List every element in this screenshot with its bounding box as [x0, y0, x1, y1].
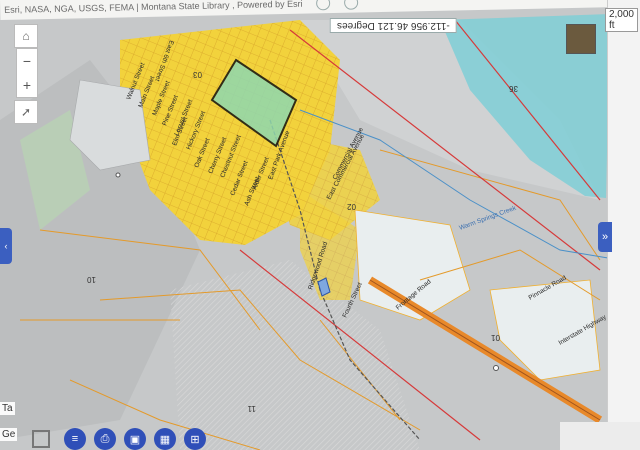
bookmark-button[interactable]: ⊞ — [184, 428, 206, 450]
toolbar-circle-icon[interactable] — [344, 0, 359, 10]
layers-icon: ≡ — [71, 433, 79, 445]
section-11: 11 — [247, 404, 256, 413]
print-icon: ⎙ — [100, 432, 110, 445]
bookmark-icon: ⊞ — [190, 433, 200, 446]
map-viewport[interactable]: 03 02 36 10 11 01 East 6th Street Walnut… — [0, 0, 640, 450]
map-canvas[interactable]: 03 02 36 10 11 01 East 6th Street Walnut… — [0, 0, 640, 450]
scale-bar: 2,000 ft — [604, 8, 638, 32]
right-panel-toggle[interactable]: » — [598, 222, 612, 252]
section-10: 10 — [87, 275, 96, 284]
fullscreen-icon[interactable] — [32, 430, 50, 448]
chevron-right-icon: » — [601, 231, 609, 243]
basemap-thumbnail[interactable] — [566, 24, 596, 54]
coordinate-readout: -112.956 46.121 Degrees — [330, 18, 457, 33]
edge-label: Ta — [0, 402, 15, 415]
print-button[interactable]: ⎙ — [94, 428, 116, 450]
home-icon: ⌂ — [22, 29, 30, 43]
bottom-right-panel — [560, 422, 640, 450]
map-marker[interactable] — [115, 172, 121, 178]
chevron-left-icon: ‹ — [4, 241, 8, 251]
attribution-text: Esri, NASA, NGA, USGS, FEMA | Montana St… — [4, 0, 303, 15]
zoom-in-button[interactable]: + — [23, 73, 31, 97]
map-marker[interactable] — [493, 365, 499, 371]
locate-button[interactable]: ➚ — [14, 100, 38, 124]
locate-icon: ➚ — [20, 105, 32, 119]
left-panel-toggle[interactable]: ‹ — [0, 228, 12, 264]
home-button[interactable]: ⌂ — [14, 24, 38, 48]
export-icon: ▣ — [129, 433, 141, 446]
export-button[interactable]: ▣ — [124, 428, 146, 450]
zoom-out-button[interactable]: − — [23, 49, 31, 73]
bottom-toolbar: ≡ ⎙ ▣ ▦ ⊞ — [64, 428, 206, 450]
grid-icon: ▦ — [159, 433, 171, 446]
section-36: 36 — [509, 84, 518, 93]
section-01: 01 — [491, 333, 500, 342]
edge-label: Ge — [0, 428, 18, 441]
zoom-control[interactable]: − + — [16, 48, 38, 98]
section-02: 02 — [347, 202, 356, 211]
grid-button[interactable]: ▦ — [154, 428, 176, 450]
section-03: 03 — [193, 70, 202, 79]
toolbar-circle-icon[interactable] — [316, 0, 331, 11]
layers-button[interactable]: ≡ — [64, 428, 86, 450]
